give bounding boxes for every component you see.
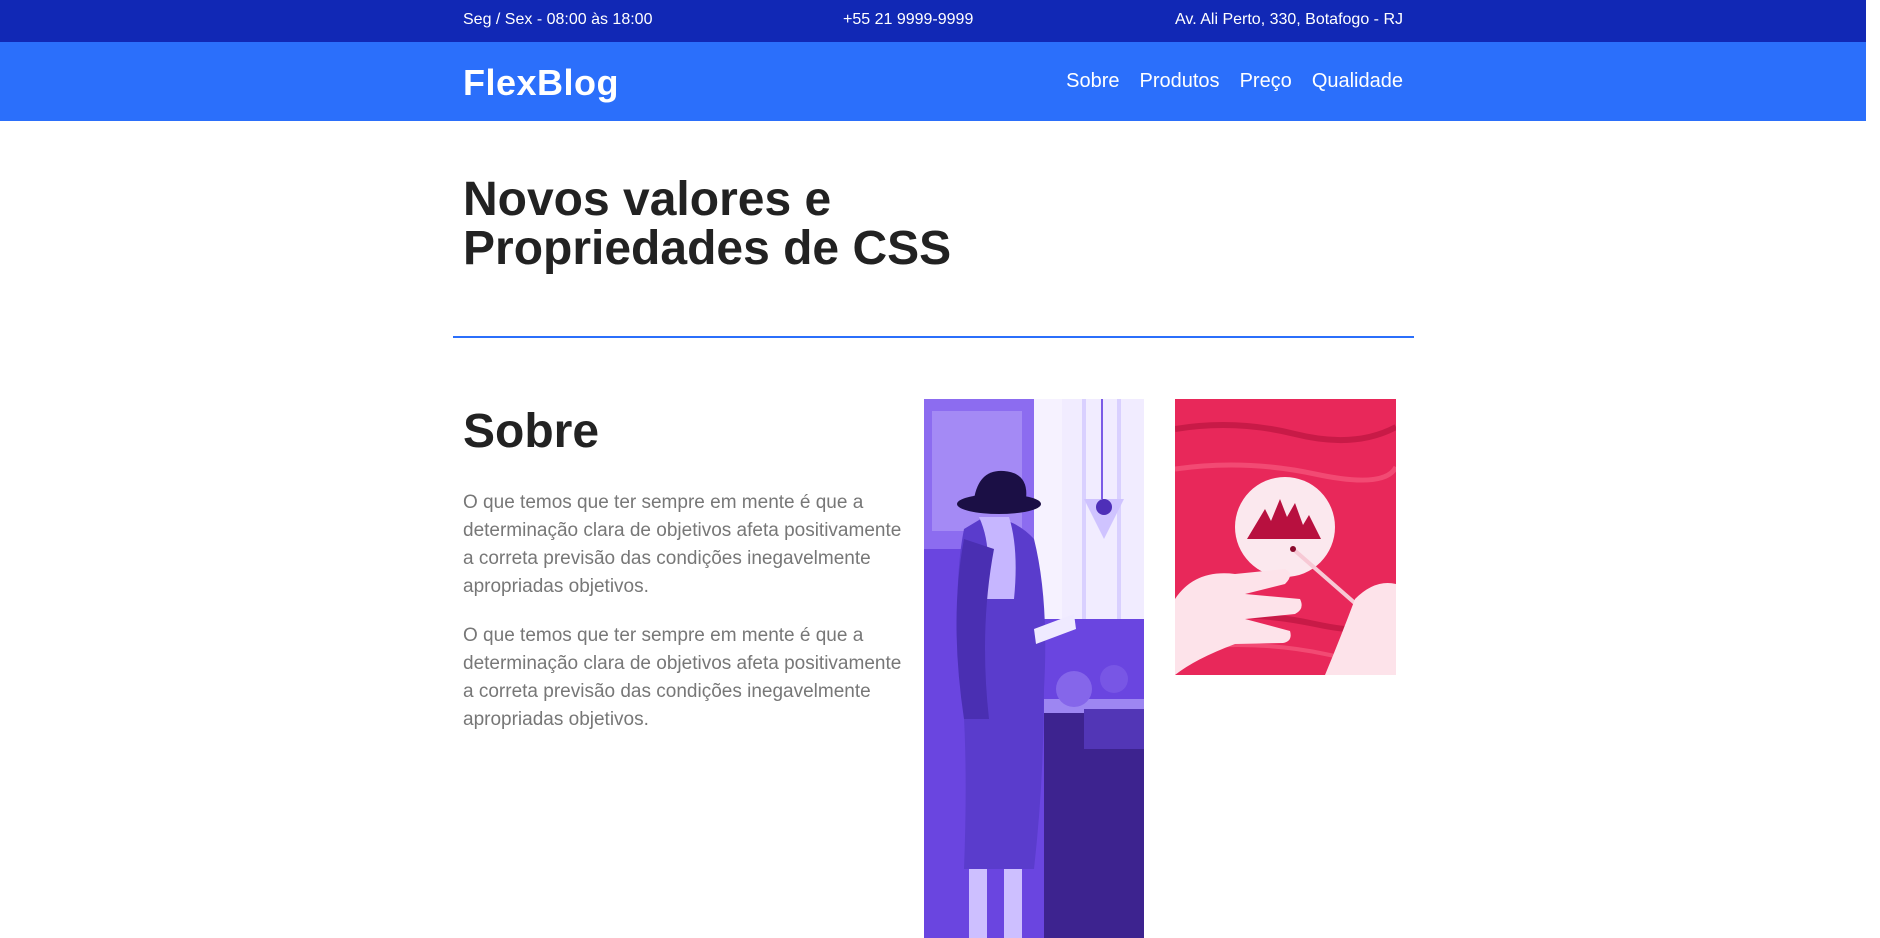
sobre-paragraph-2: O que temos que ter sempre em mente é qu…: [463, 625, 902, 730]
site-logo[interactable]: FlexBlog: [463, 62, 619, 104]
phone-number: +55 21 9999-9999: [843, 11, 974, 28]
main-nav: Sobre Produtos Preço Qualidade: [1066, 70, 1403, 93]
hands-painting-photo: [1175, 399, 1396, 675]
woman-in-hat-photo: [924, 399, 1144, 938]
section-divider: [453, 336, 1414, 338]
nav-link-produtos[interactable]: Produtos: [1140, 70, 1220, 93]
top-info-bar: Seg / Sex - 08:00 às 18:00 +55 21 9999-9…: [0, 0, 1866, 42]
page-title: Novos valores e Propriedades de CSS: [463, 175, 1063, 273]
address: Av. Ali Perto, 330, Botafogo - RJ: [1175, 11, 1403, 28]
nav-link-preco[interactable]: Preço: [1240, 70, 1292, 93]
nav-link-sobre[interactable]: Sobre: [1066, 70, 1119, 93]
sobre-paragraph-1: O que temos que ter sempre em mente é qu…: [463, 492, 902, 597]
section-title-sobre: Sobre: [463, 405, 600, 458]
page-title-line-2: Propriedades de CSS: [463, 222, 952, 275]
site-header: FlexBlog Sobre Produtos Preço Qualidade: [0, 42, 1866, 121]
business-hours: Seg / Sex - 08:00 às 18:00: [463, 11, 653, 28]
nav-link-qualidade[interactable]: Qualidade: [1312, 70, 1403, 93]
page-title-line-1: Novos valores e: [463, 173, 832, 226]
